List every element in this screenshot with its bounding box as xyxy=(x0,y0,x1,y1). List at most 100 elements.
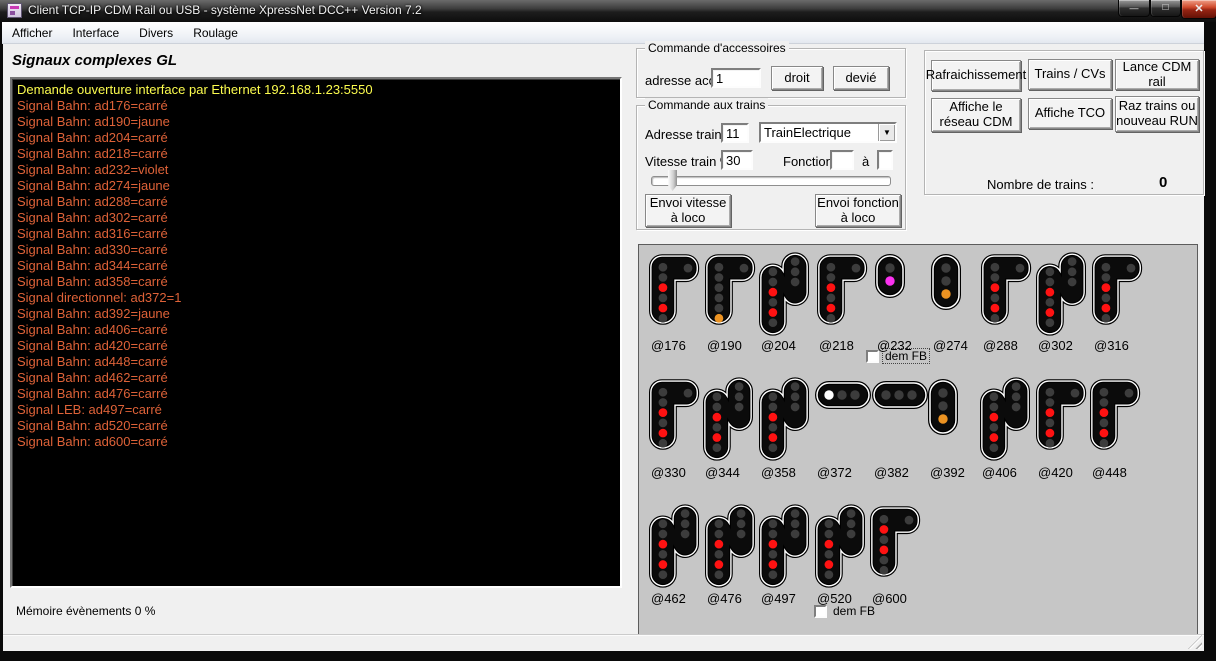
signal-address-label: @462 xyxy=(651,591,686,606)
signal-graphic-176[interactable] xyxy=(649,254,701,330)
train-command-group-title: Commande aux trains xyxy=(645,98,768,112)
send-speed-button[interactable]: Envoi vitesse à loco xyxy=(645,194,731,227)
signal-address-label: @372 xyxy=(817,465,852,480)
train-select-value: TrainElectrique xyxy=(764,125,851,140)
accessory-address-label: adresse acc xyxy=(645,73,715,88)
log-line: Signal Bahn: ad302=carré xyxy=(17,210,615,226)
signal-graphic-448[interactable] xyxy=(1090,379,1142,455)
log-line: Signal Bahn: ad218=carré xyxy=(17,146,615,162)
log-line: Signal LEB: ad497=carré xyxy=(17,402,615,418)
train-select[interactable]: TrainElectrique ▼ xyxy=(759,122,897,143)
minimize-button[interactable]: — xyxy=(1118,0,1150,17)
accessory-address-input[interactable] xyxy=(711,68,761,88)
maximize-button[interactable]: □ xyxy=(1150,0,1181,17)
close-button[interactable]: ✕ xyxy=(1181,0,1216,19)
log-line: Signal Bahn: ad330=carré xyxy=(17,242,615,258)
action-button-0[interactable]: Rafraichissement xyxy=(931,60,1021,91)
chevron-down-icon[interactable]: ▼ xyxy=(878,124,895,141)
signal-address-label: @476 xyxy=(707,591,742,606)
train-speed-input[interactable] xyxy=(721,150,753,170)
send-function-button[interactable]: Envoi fonction à loco xyxy=(815,194,901,227)
accessory-straight-button[interactable]: droit xyxy=(771,66,823,90)
log-line: Signal Bahn: ad232=violet xyxy=(17,162,615,178)
menu-item-divers[interactable]: Divers xyxy=(129,23,183,43)
train-command-group: Commande aux trains Adresse train : Trai… xyxy=(636,105,906,230)
log-line: Signal Bahn: ad344=carré xyxy=(17,258,615,274)
signal-graphic-344[interactable] xyxy=(703,377,753,466)
log-line: Signal Bahn: ad358=carré xyxy=(17,274,615,290)
speed-slider-track[interactable] xyxy=(651,176,891,186)
signal-address-label: @218 xyxy=(819,338,854,353)
signal-graphic-302[interactable] xyxy=(1036,252,1086,341)
signal-address-label: @288 xyxy=(983,338,1018,353)
signal-address-label: @302 xyxy=(1038,338,1073,353)
accessory-diverge-button[interactable]: devié xyxy=(833,66,889,90)
signal-log-console[interactable]: Demande ouverture interface par Ethernet… xyxy=(10,77,622,588)
menu-item-roulage[interactable]: Roulage xyxy=(183,23,248,43)
signal-graphic-420[interactable] xyxy=(1036,379,1088,455)
train-speed-label: Vitesse train % xyxy=(645,154,731,169)
signal-address-label: @382 xyxy=(874,465,909,480)
action-button-5[interactable]: Raz trains ou nouveau RUN xyxy=(1115,96,1199,132)
signal-graphic-392[interactable] xyxy=(928,379,958,440)
signal-graphic-190[interactable] xyxy=(705,254,757,330)
action-button-4[interactable]: Affiche TCO xyxy=(1028,98,1112,129)
menu-item-afficher[interactable]: Afficher xyxy=(2,23,62,43)
dem-fb-label: dem FB xyxy=(831,604,877,618)
signal-address-label: @448 xyxy=(1092,465,1127,480)
signal-address-label: @344 xyxy=(705,465,740,480)
window-title: Client TCP-IP CDM Rail ou USB - système … xyxy=(28,3,422,17)
accessories-group-title: Commande d'accessoires xyxy=(645,41,789,55)
signal-address-label: @204 xyxy=(761,338,796,353)
speed-slider-thumb[interactable] xyxy=(668,170,677,191)
signal-graphic-316[interactable] xyxy=(1092,254,1144,330)
signal-graphic-406[interactable] xyxy=(980,377,1030,466)
train-address-input[interactable] xyxy=(721,123,749,143)
app-window: Client TCP-IP CDM Rail ou USB - système … xyxy=(0,0,1216,661)
log-line: Signal Bahn: ad476=carré xyxy=(17,386,615,402)
signal-graphic-520[interactable] xyxy=(815,504,865,593)
train-count-label: Nombre de trains : xyxy=(987,177,1094,192)
log-line: Signal directionnel: ad372=1 xyxy=(17,290,615,306)
signal-graphic-372[interactable] xyxy=(815,381,871,414)
action-button-3[interactable]: Affiche le réseau CDM xyxy=(931,98,1021,132)
signal-graphic-288[interactable] xyxy=(981,254,1033,330)
signal-address-label: @406 xyxy=(982,465,1017,480)
signal-graphic-382[interactable] xyxy=(872,381,928,414)
log-line: Demande ouverture interface par Ethernet… xyxy=(17,82,615,98)
signal-graphic-497[interactable] xyxy=(759,504,809,593)
signal-graphic-358[interactable] xyxy=(759,377,809,466)
function-to-input[interactable] xyxy=(877,150,893,170)
action-button-2[interactable]: Lance CDM rail xyxy=(1115,59,1199,90)
signal-graphic-274[interactable] xyxy=(931,254,961,315)
log-line: Signal Bahn: ad420=carré xyxy=(17,338,615,354)
signal-graphic-476[interactable] xyxy=(705,504,755,593)
app-icon xyxy=(7,3,22,18)
signal-graphic-330[interactable] xyxy=(649,379,701,455)
signal-address-label: @232 xyxy=(877,338,912,353)
signal-address-label: @600 xyxy=(872,591,907,606)
menu-item-interface[interactable]: Interface xyxy=(62,23,129,43)
action-button-1[interactable]: Trains / CVs xyxy=(1028,59,1112,90)
signal-graphic-204[interactable] xyxy=(759,252,809,341)
log-line: Signal Bahn: ad520=carré xyxy=(17,418,615,434)
signal-address-label: @274 xyxy=(933,338,968,353)
function-from-input[interactable] xyxy=(830,150,854,170)
signal-address-label: @392 xyxy=(930,465,965,480)
signal-graphic-232[interactable] xyxy=(875,254,905,303)
log-line: Signal Bahn: ad288=carré xyxy=(17,194,615,210)
function-label: Fonction: xyxy=(783,154,836,169)
signal-graphic-600[interactable] xyxy=(870,506,922,582)
resize-grip[interactable] xyxy=(1188,635,1202,649)
log-line: Signal Bahn: ad392=jaune xyxy=(17,306,615,322)
signal-address-label: @316 xyxy=(1094,338,1129,353)
signal-graphic-218[interactable] xyxy=(817,254,869,330)
checkbox[interactable] xyxy=(814,605,827,618)
log-line: Signal Bahn: ad316=carré xyxy=(17,226,615,242)
signal-address-label: @358 xyxy=(761,465,796,480)
log-line: Signal Bahn: ad406=carré xyxy=(17,322,615,338)
log-line: Signal Bahn: ad462=carré xyxy=(17,370,615,386)
status-bar xyxy=(3,634,1204,651)
dem-fb-checkbox-row3: dem FB xyxy=(814,604,877,618)
signal-graphic-462[interactable] xyxy=(649,504,699,593)
